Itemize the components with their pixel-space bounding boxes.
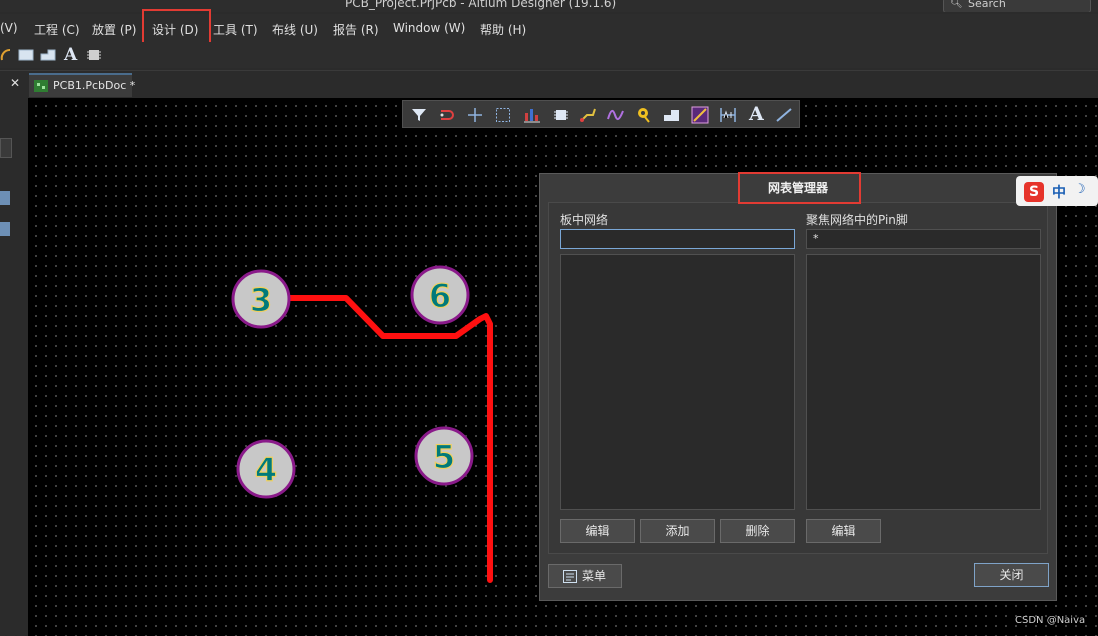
component-icon[interactable] xyxy=(86,48,102,62)
focused-net-pins-label: 聚焦网络中的Pin脚 xyxy=(806,213,908,227)
menu-button[interactable]: 菜单 xyxy=(548,564,622,588)
arc-icon[interactable] xyxy=(0,48,12,62)
menu-button-label: 菜单 xyxy=(582,569,607,583)
watermark: CSDN @Naiva xyxy=(1015,615,1086,626)
board-nets-list[interactable] xyxy=(560,254,795,510)
netlist-manager-dialog: 网表管理器 板中网络 聚焦网络中的Pin脚 * 编辑 添加 删除 编辑 菜单 关… xyxy=(539,173,1057,601)
document-tab-bar: ✕ PCB1.PcbDoc * xyxy=(0,70,1098,99)
menu-project[interactable]: 工程 (C) xyxy=(34,21,80,38)
annotation-highlight-dialog-title xyxy=(738,172,861,204)
tab-label: PCB1.PcbDoc * xyxy=(53,79,136,92)
pad-label: 6 xyxy=(429,277,451,315)
filter-icon[interactable] xyxy=(411,107,427,123)
menu-window[interactable]: Window (W) xyxy=(393,21,465,35)
dimension-icon[interactable] xyxy=(719,106,737,124)
panel-control[interactable] xyxy=(0,138,12,158)
cross-icon[interactable] xyxy=(467,107,483,123)
menu-tools[interactable]: 工具 (T) xyxy=(213,21,258,38)
menu-reports[interactable]: 报告 (R) xyxy=(333,21,379,38)
pad-3[interactable]: 3 xyxy=(231,269,291,329)
panel-close-icon[interactable]: ✕ xyxy=(10,76,20,90)
pins-list[interactable] xyxy=(806,254,1041,510)
board-nets-filter-input[interactable] xyxy=(560,229,795,249)
pad-5[interactable]: 5 xyxy=(414,426,474,486)
text-icon[interactable]: A xyxy=(749,103,764,125)
menu-help[interactable]: 帮助 (H) xyxy=(480,21,526,38)
pad-label: 3 xyxy=(250,281,272,319)
search-placeholder: Search xyxy=(968,0,1006,10)
select-rect-icon[interactable] xyxy=(495,107,511,123)
pad-4[interactable]: 4 xyxy=(236,439,296,499)
canvas-active-bar: A xyxy=(402,100,800,128)
window-title: PCB_Project.PrjPcb - Altium Designer (19… xyxy=(345,0,617,10)
menu-view[interactable]: (V) xyxy=(0,21,18,35)
text-icon[interactable]: A xyxy=(64,45,77,65)
pad-label: 5 xyxy=(433,438,455,476)
sogou-logo-icon: S xyxy=(1024,182,1044,202)
rect-fill-icon[interactable] xyxy=(691,106,709,124)
panel-checkbox[interactable] xyxy=(0,191,10,205)
pad-icon[interactable] xyxy=(635,106,653,124)
moon-icon: ☽ xyxy=(1074,182,1086,197)
component-icon[interactable] xyxy=(553,107,569,123)
pcb-doc-icon xyxy=(34,80,48,92)
pad-label: 4 xyxy=(255,451,277,489)
search-icon: 🔍︎ xyxy=(950,0,963,9)
quick-toolbar: A xyxy=(0,42,1098,68)
polygon-icon[interactable] xyxy=(663,107,681,123)
delete-net-button[interactable]: 删除 xyxy=(720,519,795,543)
align-icon[interactable] xyxy=(523,107,541,123)
tab-pcb1-pcbdoc[interactable]: PCB1.PcbDoc * xyxy=(29,73,136,97)
ime-status-bar[interactable]: S 中 ☽ xyxy=(1016,176,1098,206)
pins-filter-input[interactable]: * xyxy=(806,229,1041,249)
search-input[interactable]: 🔍︎ Search xyxy=(943,0,1091,12)
menu-place[interactable]: 放置 (P) xyxy=(92,21,136,38)
ime-mode: 中 xyxy=(1052,185,1066,201)
rectangle-fill-icon[interactable] xyxy=(18,48,34,62)
diff-pair-icon[interactable] xyxy=(607,107,625,123)
menu-route[interactable]: 布线 (U) xyxy=(272,21,318,38)
edit-net-button[interactable]: 编辑 xyxy=(560,519,635,543)
close-button[interactable]: 关闭 xyxy=(974,563,1049,587)
board-nets-label: 板中网络 xyxy=(560,213,609,227)
line-icon[interactable] xyxy=(775,107,793,123)
region-icon[interactable] xyxy=(40,48,56,62)
route-icon[interactable] xyxy=(439,107,457,123)
pad-6[interactable]: 6 xyxy=(410,265,470,325)
add-net-button[interactable]: 添加 xyxy=(640,519,715,543)
dialog-content: 板中网络 聚焦网络中的Pin脚 * 编辑 添加 删除 编辑 xyxy=(548,202,1048,554)
menu-icon xyxy=(563,570,577,583)
left-panel-strip xyxy=(0,98,28,636)
interactive-route-icon[interactable] xyxy=(579,107,597,123)
panel-checkbox[interactable] xyxy=(0,222,10,236)
edit-pin-button[interactable]: 编辑 xyxy=(806,519,881,543)
